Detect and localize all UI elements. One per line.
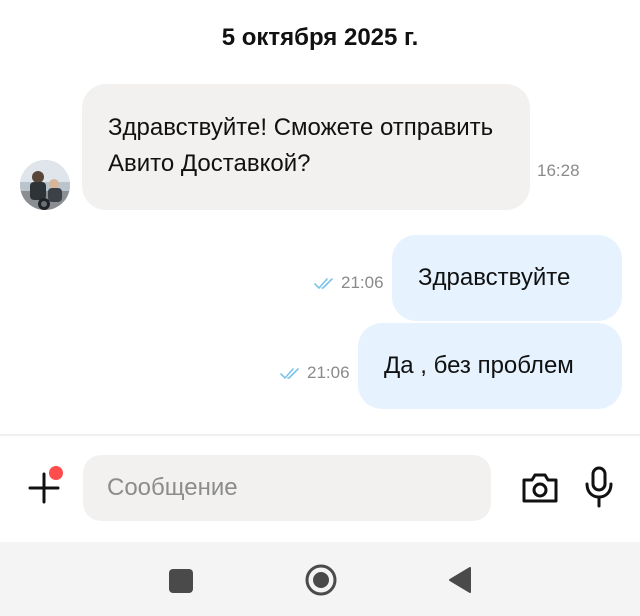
message-text: Да , без проблем <box>384 352 574 379</box>
home-button[interactable] <box>304 563 338 597</box>
message-text: Здравствуйте <box>418 264 571 291</box>
home-icon <box>305 564 337 596</box>
back-icon <box>449 567 471 593</box>
camera-icon <box>522 473 558 503</box>
double-check-icon <box>314 278 333 289</box>
date-header: 5 октября 2025 г. <box>221 24 419 51</box>
avatar-photo <box>20 160 70 210</box>
message-input[interactable] <box>83 455 491 521</box>
message-bubble-incoming[interactable]: Здравствуйте! Сможете отправить Авито До… <box>82 84 530 210</box>
microphone-button[interactable] <box>584 466 614 508</box>
message-time: 16:28 <box>537 161 580 180</box>
recent-apps-icon[interactable] <box>169 569 193 593</box>
double-check-icon <box>280 368 299 379</box>
message-meta: 21:06 <box>314 273 384 293</box>
message-bubble-outgoing[interactable]: Здравствуйте <box>392 235 622 321</box>
message-time: 21:06 <box>341 273 384 292</box>
back-button[interactable] <box>446 566 472 594</box>
notification-dot <box>49 466 63 480</box>
message-meta: 21:06 <box>280 363 350 383</box>
camera-button[interactable] <box>520 470 560 506</box>
microphone-icon <box>585 466 613 508</box>
message-text: Здравствуйте! Сможете отправить Авито До… <box>108 114 494 177</box>
message-bubble-outgoing[interactable]: Да , без проблем <box>358 323 622 409</box>
avatar[interactable] <box>20 160 70 210</box>
chat-area[interactable]: 5 октября 2025 г. Здравствуйте! Сможете … <box>0 0 640 434</box>
message-time: 21:06 <box>307 363 350 382</box>
